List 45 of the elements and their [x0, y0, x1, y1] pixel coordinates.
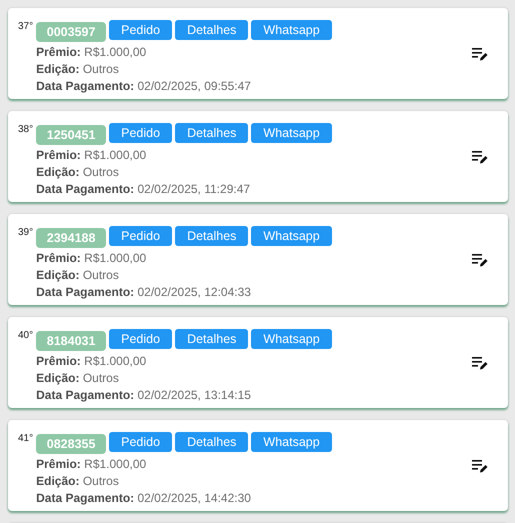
- edit-list-icon[interactable]: [472, 252, 488, 266]
- action-button[interactable]: Pedido: [109, 123, 172, 143]
- action-button[interactable]: Detalhes: [175, 123, 248, 143]
- field-text: Data Pagamento: 02/02/2025, 12:04:33: [36, 284, 252, 301]
- field-text: Data Pagamento: 02/02/2025, 09:55:47: [36, 78, 252, 95]
- edit-list-icon[interactable]: [472, 458, 488, 472]
- field-text: Prêmio: R$1.000,00: [36, 147, 148, 164]
- edit-list-icon[interactable]: [472, 356, 488, 370]
- code-badge: 1250451: [36, 125, 106, 145]
- code-badge: 2394188: [36, 228, 106, 248]
- action-button[interactable]: Whatsapp: [251, 226, 332, 246]
- field-text: Edição: Outros: [36, 473, 120, 490]
- rank-label: 39°: [18, 227, 34, 238]
- code-badge: 0003597: [36, 22, 106, 42]
- action-button[interactable]: Detalhes: [175, 329, 248, 349]
- field-text: Data Pagamento: 02/02/2025, 11:29:47: [36, 181, 252, 198]
- field-text: Prêmio: R$1.000,00: [36, 44, 148, 61]
- action-button[interactable]: Pedido: [109, 226, 172, 246]
- rank-label: 37°: [18, 21, 34, 32]
- edit-list-icon[interactable]: [472, 46, 488, 60]
- rank-label: 38°: [18, 124, 34, 135]
- field-text: Prêmio: R$1.000,00: [36, 353, 148, 370]
- action-button[interactable]: Pedido: [109, 432, 172, 452]
- code-badge: 0828355: [36, 434, 106, 454]
- action-button[interactable]: Pedido: [109, 329, 172, 349]
- rank-label: 41°: [18, 433, 34, 444]
- field-text: Data Pagamento: 02/02/2025, 14:42:30: [36, 490, 252, 507]
- field-text: Edição: Outros: [36, 267, 120, 284]
- action-button[interactable]: Detalhes: [175, 432, 248, 452]
- code-badge: 8184031: [36, 331, 106, 351]
- field-text: Edição: Outros: [36, 164, 120, 181]
- action-button[interactable]: Detalhes: [175, 226, 248, 246]
- field-text: Edição: Outros: [36, 370, 120, 387]
- edit-list-icon[interactable]: [472, 150, 488, 164]
- field-text: Prêmio: R$1.000,00: [36, 250, 148, 267]
- action-button[interactable]: Whatsapp: [251, 20, 332, 40]
- field-text: Data Pagamento: 02/02/2025, 13:14:15: [36, 387, 252, 404]
- field-text: Prêmio: R$1.000,00: [36, 456, 148, 473]
- action-button[interactable]: Pedido: [109, 20, 172, 40]
- rank-label: 40°: [18, 330, 34, 341]
- action-button[interactable]: Whatsapp: [251, 329, 332, 349]
- field-text: Edição: Outros: [36, 61, 120, 78]
- action-button[interactable]: Whatsapp: [251, 432, 332, 452]
- action-button[interactable]: Detalhes: [175, 20, 248, 40]
- action-button[interactable]: Whatsapp: [251, 123, 332, 143]
